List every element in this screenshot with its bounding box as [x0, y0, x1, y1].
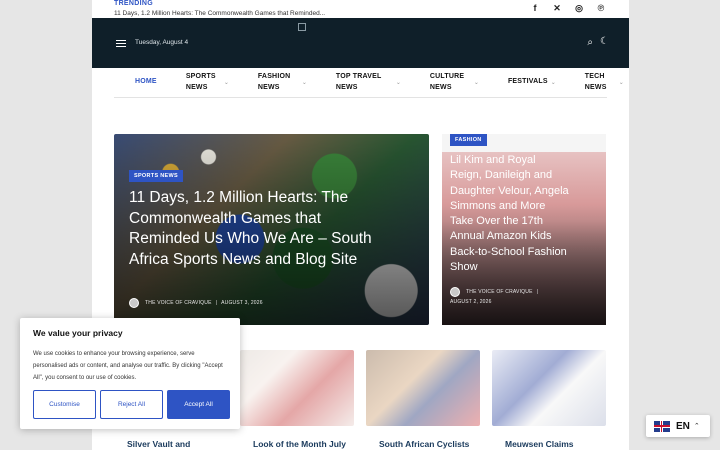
trending-label: TRENDING — [114, 0, 153, 7]
category-badge[interactable]: FASHION — [450, 134, 487, 146]
instagram-icon[interactable]: ◎ — [573, 3, 585, 14]
meta-separator: | — [536, 289, 539, 295]
publish-date: AUGUST 2, 2026 — [450, 299, 492, 305]
nav-label: HOME — [135, 78, 157, 86]
site-logo[interactable] — [298, 23, 306, 31]
cookie-title: We value your privacy — [33, 328, 123, 338]
nav-label: TOP TRAVEL NEWS — [335, 73, 382, 91]
dark-mode-icon[interactable]: ☾ — [600, 36, 609, 47]
menu-icon[interactable] — [116, 40, 126, 47]
side-article-title[interactable]: Lil Kim and Royal Reign, Danileigh and D… — [450, 153, 570, 275]
avatar — [450, 287, 460, 297]
nav-item-culture-news[interactable]: CULTURE NEWS ⌄ — [409, 68, 487, 98]
nav-label: TECH NEWS — [584, 73, 607, 91]
nav-item-festivals[interactable]: FESTIVALS ⌄ — [487, 68, 564, 98]
hero-article[interactable]: SPORTS NEWS 11 Days, 1.2 Million Hearts:… — [114, 134, 429, 325]
category-badge[interactable]: SPORTS NEWS — [129, 170, 183, 182]
cookie-buttons: Customise Reject All Accept All — [33, 390, 230, 419]
chevron-down-icon: ⌄ — [395, 80, 401, 86]
pinterest-icon[interactable]: ℗ — [595, 3, 607, 14]
main-nav: HOME SPORTS NEWS ⌄ FASHION NEWS ⌄ TOP TR… — [114, 68, 624, 98]
language-switcher[interactable]: EN ⌃ — [646, 415, 710, 437]
cookie-text: We use cookies to enhance your browsing … — [33, 351, 223, 381]
trending-headline[interactable]: 11 Days, 1.2 Million Hearts: The Commonw… — [114, 10, 325, 17]
nav-item-fashion-news[interactable]: FASHION NEWS ⌄ — [237, 68, 315, 98]
nav-item-sports-news[interactable]: SPORTS NEWS ⌄ — [165, 68, 237, 98]
chevron-down-icon: ⌄ — [301, 80, 307, 86]
nav-label: SPORTS NEWS — [185, 73, 216, 91]
article-meta: THE VOICE OF CRAVIQUE | AUGUST 3, 2026 — [129, 298, 263, 308]
site-header: Tuesday, August 4 ⌕ ☾ — [92, 18, 629, 68]
article-meta: THE VOICE OF CRAVIQUE | AUGUST 2, 2026 — [450, 287, 570, 307]
publish-date: AUGUST 3, 2026 — [221, 300, 263, 306]
chevron-down-icon: ⌄ — [473, 80, 479, 86]
customise-button[interactable]: Customise — [33, 390, 96, 419]
chevron-down-icon: ⌄ — [618, 80, 624, 86]
cookie-consent-dialog: We value your privacy We use cookies to … — [20, 318, 240, 429]
author-name[interactable]: THE VOICE OF CRAVIQUE — [145, 300, 212, 306]
hero-content: SPORTS NEWS 11 Days, 1.2 Million Hearts:… — [129, 164, 374, 270]
social-links: f ✕ ◎ ℗ — [529, 3, 607, 14]
search-icon[interactable]: ⌕ — [587, 37, 593, 48]
header-date: Tuesday, August 4 — [135, 39, 189, 46]
card-title[interactable]: Meuwsen Claims — [505, 439, 574, 449]
top-bar: TRENDING 11 Days, 1.2 Million Hearts: Th… — [92, 0, 629, 18]
side-article[interactable]: FASHION Lil Kim and Royal Reign, Danilei… — [442, 134, 606, 325]
chevron-down-icon: ⌄ — [223, 80, 229, 86]
chevron-down-icon: ⌄ — [550, 80, 556, 86]
nav-label: FASHION NEWS — [257, 73, 291, 91]
nav-item-home[interactable]: HOME — [114, 68, 165, 98]
card-title[interactable]: South African Cyclists — [379, 439, 469, 449]
accept-all-button[interactable]: Accept All — [167, 390, 230, 419]
card-title[interactable]: Silver Vault and — [127, 439, 190, 449]
avatar — [129, 298, 139, 308]
card-title[interactable]: Look of the Month July — [253, 439, 346, 449]
nav-item-tech-news[interactable]: TECH NEWS ⌄ — [564, 68, 629, 98]
hero-title[interactable]: 11 Days, 1.2 Million Hearts: The Commonw… — [129, 188, 374, 270]
facebook-icon[interactable]: f — [529, 3, 541, 14]
author-name[interactable]: THE VOICE OF CRAVIQUE — [466, 287, 533, 297]
meta-separator: | — [215, 300, 218, 306]
chevron-up-icon: ⌃ — [693, 423, 700, 430]
language-code: EN — [676, 420, 690, 432]
reject-all-button[interactable]: Reject All — [100, 390, 163, 419]
nav-item-top-travel-news[interactable]: TOP TRAVEL NEWS ⌄ — [315, 68, 409, 98]
uk-flag-icon — [654, 420, 670, 432]
x-icon[interactable]: ✕ — [551, 3, 563, 14]
nav-label: CULTURE NEWS — [429, 73, 465, 91]
nav-label: FESTIVALS — [507, 78, 548, 86]
